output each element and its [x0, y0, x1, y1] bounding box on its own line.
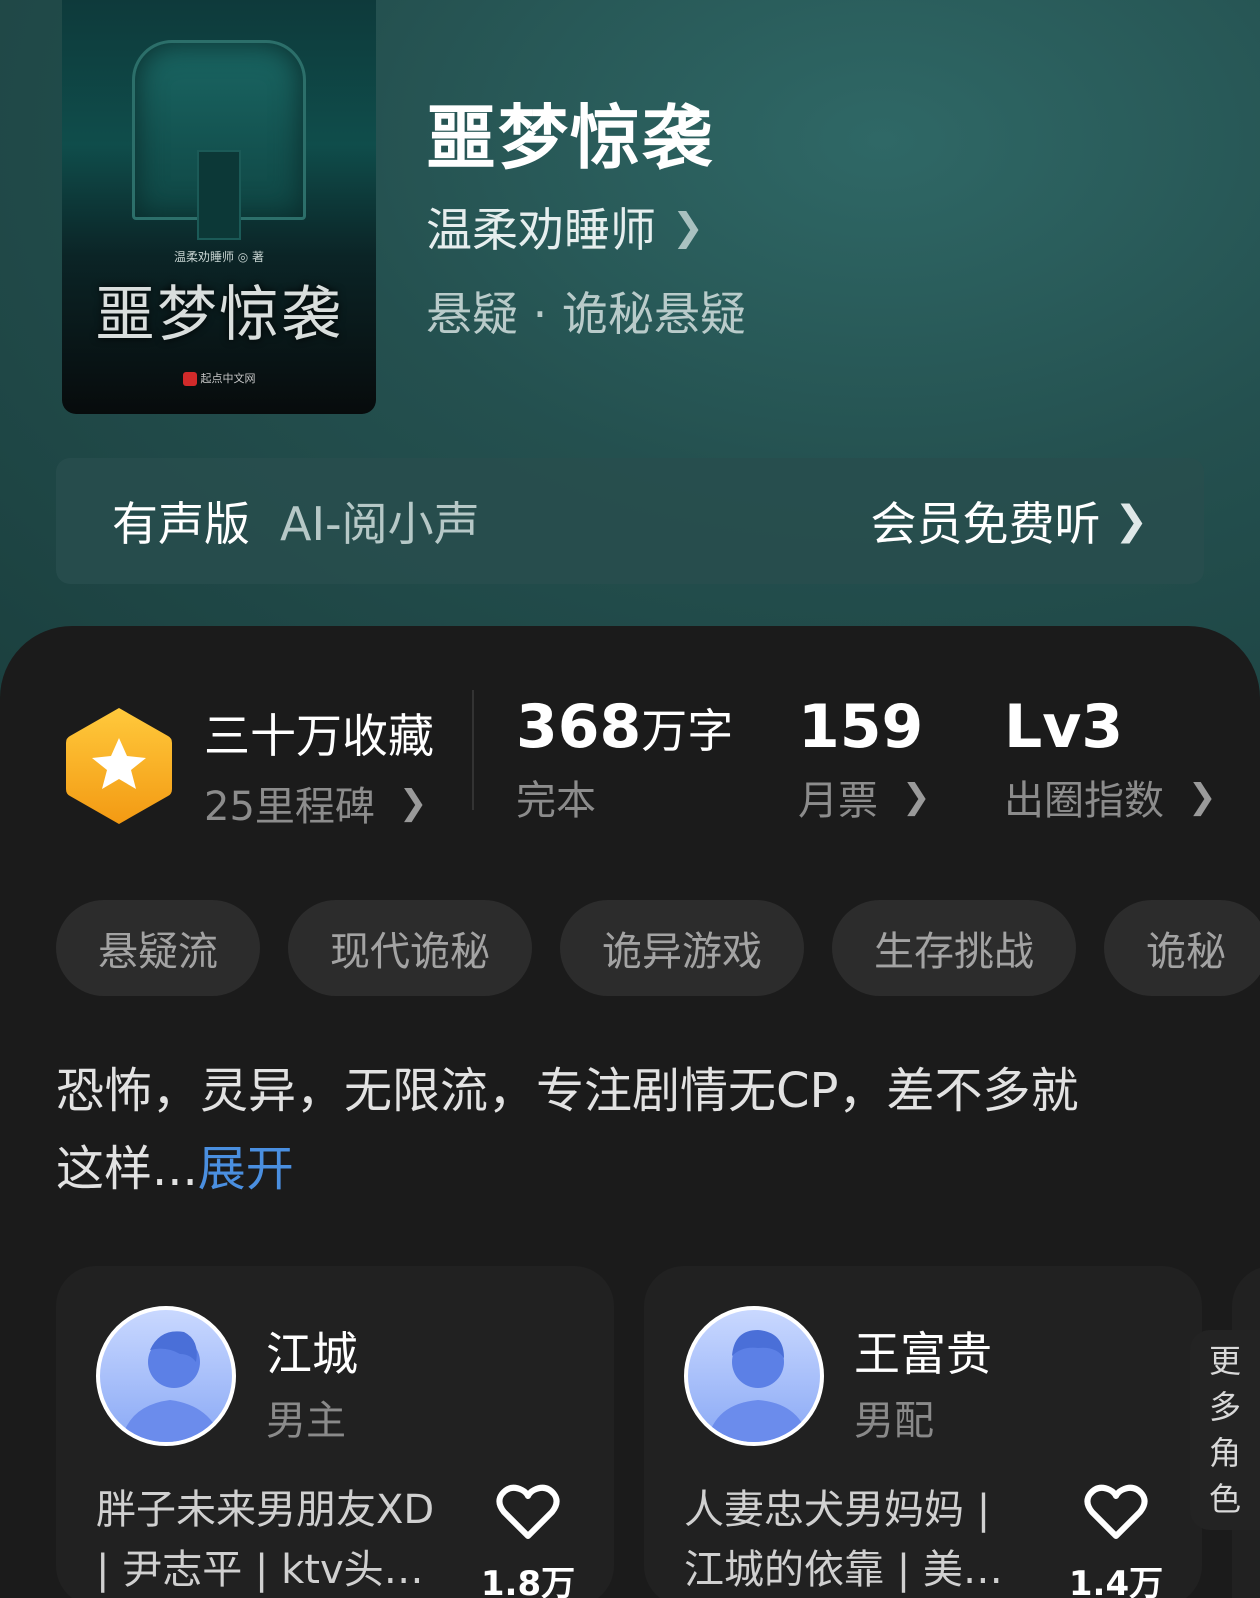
audio-version-bar[interactable]: 有声版 AI-阅小声 会员免费听 ❯: [56, 458, 1204, 584]
description-line: 这样...: [56, 1141, 198, 1197]
avatar: [96, 1306, 236, 1446]
author-name: 温柔劝睡师: [426, 203, 656, 257]
star-badge-icon: [66, 708, 172, 824]
chevron-right-icon: ❯: [1188, 777, 1217, 817]
completion-status: 完本: [516, 778, 596, 824]
character-description-line: 江城的依靠 | 美…: [684, 1547, 1003, 1593]
more-roles-char: 色: [1208, 1480, 1241, 1518]
expand-link[interactable]: 展开: [198, 1141, 294, 1197]
word-count-stat: 368万字 完本: [516, 692, 733, 826]
tag-chip[interactable]: 悬疑流: [56, 900, 260, 996]
author-link[interactable]: 温柔劝睡师 ❯: [426, 194, 704, 260]
character-description: 胖子未来男朋友XD | 尹志平 | ktv头…: [96, 1480, 456, 1598]
person-silhouette-icon: [121, 1331, 223, 1442]
character-card[interactable]: 江城 男主 胖子未来男朋友XD | 尹志平 | ktv头… 1.8万: [56, 1266, 614, 1598]
word-count-number: 368: [516, 692, 642, 762]
more-roles-char: 更: [1208, 1342, 1241, 1380]
cover-author: 温柔劝睡师 ◎ 著: [173, 250, 265, 264]
genre-label: 悬疑 · 诡秘悬疑: [426, 287, 746, 341]
word-count-unit: 万字: [641, 704, 734, 758]
like-count: 1.4万: [1068, 1564, 1164, 1598]
character-description-line: 胖子未来男朋友XD: [96, 1487, 435, 1533]
chevron-right-icon: ❯: [398, 783, 428, 823]
more-roles-char: 多: [1208, 1388, 1241, 1426]
more-roles-char: 角: [1208, 1434, 1241, 1472]
tag-chip[interactable]: 现代诡秘: [288, 900, 532, 996]
character-description: 人妻忠犬男妈妈 | 江城的依靠 | 美…: [684, 1480, 1044, 1598]
tag-list: 悬疑流 现代诡秘 诡异游戏 生存挑战 诡秘: [56, 900, 1260, 996]
collection-stat[interactable]: 三十万收藏 25里程碑 ❯: [204, 700, 434, 832]
monthly-votes-number: 159: [798, 692, 924, 762]
audio-label: 有声版: [112, 497, 250, 551]
heart-icon[interactable]: [1084, 1484, 1148, 1540]
person-silhouette-icon: [707, 1330, 809, 1442]
like-count: 1.8万: [480, 1564, 576, 1598]
audio-voice: AI-阅小声: [280, 497, 480, 551]
cover-title: 噩梦惊袭: [95, 280, 343, 350]
chevron-right-icon: ❯: [1114, 498, 1148, 544]
book-description: 恐怖，灵异，无限流，专注剧情无CP，差不多就 这样...展开: [56, 1052, 1206, 1208]
cover-art-door: [197, 150, 241, 240]
character-description-line: 人妻忠犬男妈妈 |: [684, 1487, 991, 1533]
tag-chip[interactable]: 诡秘: [1104, 900, 1260, 996]
monthly-votes-label: 月票: [798, 778, 878, 824]
monthly-votes-stat[interactable]: 159 月票 ❯: [798, 692, 931, 826]
milestone-label: 25里程碑: [204, 784, 375, 830]
avatar: [684, 1306, 824, 1446]
popularity-stat[interactable]: Lv3 出圈指数 ❯: [1004, 692, 1217, 826]
character-card[interactable]: 王富贵 男配 人妻忠犬男妈妈 | 江城的依靠 | 美… 1.4万: [644, 1266, 1202, 1598]
chevron-right-icon: ❯: [902, 777, 931, 817]
character-description-line: | 尹志平 | ktv头…: [96, 1547, 424, 1593]
publisher-logo-icon: [182, 372, 197, 386]
collection-count: 三十万收藏: [204, 709, 434, 763]
cover-publisher: 起点中文网: [62, 370, 376, 386]
character-name: 王富贵: [854, 1327, 992, 1381]
cover-publisher-label: 起点中文网: [200, 372, 256, 385]
member-listen-button[interactable]: 会员免费听: [870, 488, 1100, 554]
popularity-level: Lv3: [1004, 692, 1124, 762]
book-cover[interactable]: 温柔劝睡师 ◎ 著 噩梦惊袭 起点中文网: [62, 0, 376, 414]
heart-icon[interactable]: [496, 1484, 560, 1540]
book-title: 噩梦惊袭: [426, 97, 714, 179]
character-role: 男配: [854, 1398, 934, 1444]
stat-divider: [472, 690, 474, 810]
popularity-label: 出圈指数: [1004, 778, 1164, 824]
tag-chip[interactable]: 生存挑战: [832, 900, 1076, 996]
chevron-right-icon: ❯: [672, 205, 704, 249]
description-line: 恐怖，灵异，无限流，专注剧情无CP，差不多就: [56, 1063, 1079, 1119]
tag-chip[interactable]: 诡异游戏: [560, 900, 804, 996]
character-name: 江城: [266, 1327, 358, 1381]
more-roles-button[interactable]: 更 多 角 色: [1190, 1330, 1260, 1530]
character-role: 男主: [266, 1398, 346, 1444]
